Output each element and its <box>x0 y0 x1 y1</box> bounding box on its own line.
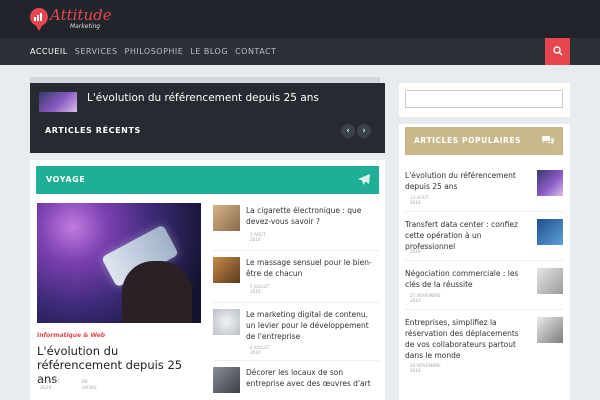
search-icon <box>553 46 563 56</box>
top-bar: Attitude Marketing <box>0 0 600 38</box>
popular-item-date: 16 NOVEMBRE 2016 <box>410 363 441 373</box>
popular-item-title[interactable]: Entreprises, simplifiez la réservation d… <box>405 317 530 361</box>
divider <box>405 309 563 310</box>
plane-icon <box>358 174 370 185</box>
slide-title[interactable]: L'évolution du référencement depuis 25 a… <box>87 92 319 104</box>
nav-item-contact[interactable]: CONTACT <box>235 47 276 56</box>
search-button[interactable] <box>545 38 570 65</box>
hand-illustration <box>122 261 192 323</box>
date-year: 2016 <box>40 386 52 391</box>
featured-article-image[interactable] <box>37 203 201 323</box>
divider <box>213 360 379 361</box>
featured-article-date: 25 AOÛT 2016 <box>40 380 60 392</box>
popular-item-thumbnail[interactable] <box>537 317 563 343</box>
search-widget <box>399 83 570 117</box>
slide-thumbnail[interactable] <box>39 92 77 112</box>
divider <box>213 250 379 251</box>
nav-item-philosophie[interactable]: PHILOSOPHIE <box>125 47 184 56</box>
divider <box>405 211 563 212</box>
list-item-thumbnail[interactable] <box>213 257 240 283</box>
slider-prev-button[interactable]: ‹ <box>341 124 355 138</box>
list-item-title[interactable]: Le marketing digital de contenu, un levi… <box>246 309 379 342</box>
popular-item-date: 26 OCTOBRE 2016 <box>410 244 437 254</box>
popular-item-thumbnail[interactable] <box>537 170 563 196</box>
logo-tagline: Marketing <box>70 23 101 30</box>
search-input[interactable] <box>405 90 563 108</box>
list-item-date: 6 JUILLET 2016 <box>250 345 269 355</box>
list-item-date: 5 JUILLET 2016 <box>250 284 269 294</box>
date-year: 2016 <box>250 289 261 294</box>
site-logo[interactable]: Attitude Marketing <box>30 6 112 31</box>
chat-icon <box>542 136 554 145</box>
nav-item-services[interactable]: SERVICES <box>75 47 118 56</box>
divider <box>213 302 379 303</box>
featured-article-title[interactable]: L'évolution du référencement depuis 25 a… <box>37 344 202 386</box>
featured-article-views: 66 VIEWS <box>82 380 97 392</box>
popular-item-title[interactable]: L'évolution du référencement depuis 25 a… <box>405 170 530 192</box>
date-year: 2016 <box>250 237 261 242</box>
featured-article-category[interactable]: Informatique & Web <box>37 332 105 339</box>
date-year: 2016 <box>410 368 421 373</box>
logo-pin-icon <box>30 8 48 31</box>
popular-heading: ARTICLES POPULAIRES <box>414 136 522 145</box>
date-year: 2016 <box>410 249 421 254</box>
slider-next-button[interactable]: › <box>357 124 371 138</box>
popular-item-date: 13 AOÛT 2016 <box>410 195 428 205</box>
logo-name: Attitude <box>50 6 112 24</box>
date-year: 2016 <box>250 350 261 355</box>
voyage-heading[interactable]: VOYAGE <box>46 175 85 184</box>
divider <box>405 260 563 261</box>
main-nav: ACCUEIL SERVICES PHILOSOPHIE LE BLOG CON… <box>0 38 600 65</box>
list-item-thumbnail[interactable] <box>213 205 240 231</box>
list-item-title[interactable]: Le massage sensuel pour le bien-être de … <box>246 257 379 279</box>
slider-section-label: ARTICLES RÉCENTS <box>45 126 141 135</box>
popular-item-title[interactable]: Négociation commerciale : les clés de la… <box>405 268 530 290</box>
recent-articles-slider: L'évolution du référencement depuis 25 a… <box>30 83 385 153</box>
popular-item-thumbnail[interactable] <box>537 219 563 245</box>
list-item-thumbnail[interactable] <box>213 309 240 335</box>
nav-item-le-blog[interactable]: LE BLOG <box>190 47 228 56</box>
list-item-title[interactable]: La cigarette électronique : que devez-vo… <box>246 205 379 227</box>
nav-item-accueil[interactable]: ACCUEIL <box>30 47 68 56</box>
popular-header: ARTICLES POPULAIRES <box>405 127 563 155</box>
popular-item-date: 25 NOVEMBRE 2016 <box>410 293 441 303</box>
date-year: 2016 <box>410 200 421 205</box>
list-item-date: 5 AOÛT 2016 <box>250 232 266 242</box>
popular-item-thumbnail[interactable] <box>537 268 563 294</box>
list-item-thumbnail[interactable] <box>213 367 240 393</box>
voyage-header: VOYAGE <box>36 166 379 194</box>
date-year: 2016 <box>410 298 421 303</box>
list-item-title[interactable]: Décorer les locaux de son entreprise ave… <box>246 367 379 389</box>
views-label: VIEWS <box>82 386 97 391</box>
